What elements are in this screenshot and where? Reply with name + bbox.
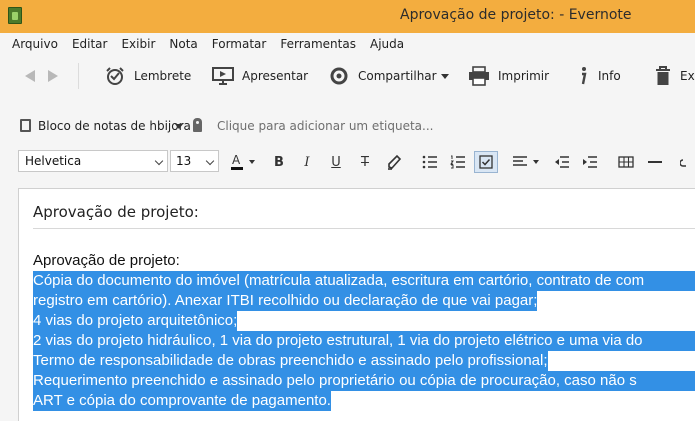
font-size-value: 13 [176,154,192,168]
note-line: Cópia do documento do imóvel (matrícula … [33,271,695,291]
italic-icon: I [304,154,310,170]
font-size-select[interactable]: 13 [170,150,219,172]
horizontal-rule-button[interactable] [643,151,667,173]
alarm-clock-icon [104,66,126,86]
print-button[interactable]: Imprimir [468,65,549,87]
outdent-icon [555,156,569,168]
chevron-down-icon [440,73,449,79]
align-left-icon [513,156,539,166]
notebook-row: Bloco de notas de hbijora Clique para ad… [0,115,695,137]
chevron-down-icon[interactable] [175,124,183,129]
checkbox-button[interactable] [474,151,498,173]
bullet-list-icon [422,155,437,169]
note-line: Requerimento preenchido e assinado pelo … [33,371,695,391]
underline-icon: U [331,154,341,170]
highlight-button[interactable] [382,151,406,173]
underline-button[interactable]: U [324,151,348,173]
note-line: 2 vias do projeto hidráulico, 1 via do p… [33,331,695,351]
table-icon [618,156,634,168]
info-label: Info [598,69,621,83]
table-button[interactable] [614,151,638,173]
note-heading: Aprovação de projeto: [33,252,180,269]
delete-button[interactable]: Ex [654,65,695,87]
printer-icon [468,66,490,86]
bullet-list-button[interactable] [418,151,442,173]
svg-text:A: A [232,153,241,167]
italic-button[interactable]: I [295,151,319,173]
share-icon [328,66,350,86]
present-button[interactable]: Apresentar [212,65,308,87]
bold-icon: B [274,154,284,170]
menu-editar[interactable]: Editar [72,37,108,51]
indent-button[interactable] [578,151,602,173]
tag-input[interactable]: Clique para adicionar um etiqueta... [217,119,433,133]
forward-arrow-icon[interactable] [48,70,58,82]
indent-icon [583,156,597,168]
strikethrough-button[interactable]: T [353,151,377,173]
back-arrow-icon[interactable] [25,70,35,82]
reminder-label: Lembrete [134,69,192,83]
note-title-field[interactable]: Aprovação de projeto: [33,203,199,221]
trash-icon [654,66,672,86]
toolbar-separator [78,63,79,89]
strikethrough-icon: T [361,154,369,170]
tag-icon [193,118,202,132]
toolbar: Lembrete Apresentar Compartilhar Imprimi… [0,57,695,97]
presentation-icon [212,66,234,86]
text-color-button[interactable]: A [228,151,260,173]
share-label: Compartilhar [358,69,437,83]
info-button[interactable]: Info [576,65,621,87]
notebook-icon [20,119,31,132]
title-bar: Aprovação de projeto: - Evernote [0,0,695,33]
horizontal-rule-icon [648,161,662,163]
delete-label: Ex [680,69,695,83]
app-window: Arquivo Editar Exibir Nota Formatar Ferr… [0,33,695,421]
font-family-value: Helvetica [25,154,82,168]
outdent-button[interactable] [550,151,574,173]
format-bar: Helvetica 13 A B I U T [0,147,695,175]
note-body[interactable]: Aprovação de projeto: Cópia do documento… [33,251,695,411]
note-line: 4 vias do projeto arquitetônico; [33,311,238,331]
note-line: ART e cópia do comprovante de pagamento. [33,391,331,411]
menu-ajuda[interactable]: Ajuda [370,37,404,51]
bold-button[interactable]: B [267,151,291,173]
window-title: Aprovação de projeto: - Evernote [400,7,632,23]
menu-formatar[interactable]: Formatar [212,37,267,51]
present-label: Apresentar [242,69,309,83]
reminder-button[interactable]: Lembrete [104,65,191,87]
note-line: Termo de responsabilidade de obras preen… [33,351,548,371]
menu-nota[interactable]: Nota [169,37,197,51]
align-button[interactable] [510,151,544,173]
menu-arquivo[interactable]: Arquivo [12,37,58,51]
link-icon [680,159,686,167]
checkbox-icon [479,155,493,169]
menu-ferramentas[interactable]: Ferramentas [280,37,356,51]
chevron-down-icon [154,156,164,166]
menu-bar: Arquivo Editar Exibir Nota Formatar Ferr… [0,33,695,55]
highlighter-icon [388,154,402,170]
numbered-list-button[interactable] [446,151,470,173]
text-color-icon: A [231,153,255,170]
share-button[interactable]: Compartilhar [328,65,449,87]
numbered-list-icon [450,155,465,169]
print-label: Imprimir [498,69,550,83]
chevron-down-icon [205,156,215,166]
link-button[interactable] [680,151,695,173]
info-icon [576,66,590,86]
title-divider [33,228,695,229]
font-family-select[interactable]: Helvetica [18,150,168,172]
notebook-selector[interactable]: Bloco de notas de hbijora [38,119,191,133]
menu-exibir[interactable]: Exibir [121,37,155,51]
note-line: registro em cartório). Anexar ITBI recol… [33,291,538,311]
note-editor[interactable]: Aprovação de projeto: Aprovação de proje… [18,188,695,421]
